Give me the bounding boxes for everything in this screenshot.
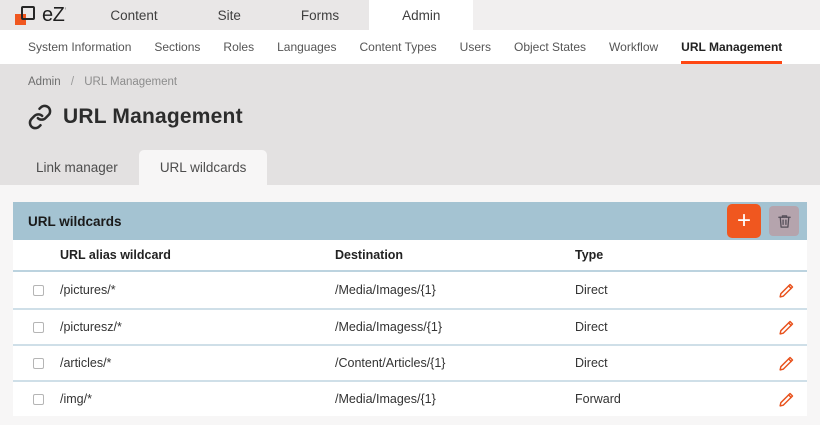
trash-icon — [776, 213, 793, 230]
subnav-workflow[interactable]: Workflow — [609, 30, 658, 64]
cell-edit — [778, 282, 807, 299]
plus-icon: + — [737, 206, 751, 236]
pencil-icon — [778, 391, 795, 408]
topbar-spacer — [473, 0, 820, 30]
admin-sub-nav: System Information Sections Roles Langua… — [0, 30, 820, 64]
top-menu-bar: eZ ’ Content Site Forms Admin — [0, 0, 820, 30]
subnav-roles[interactable]: Roles — [223, 30, 254, 64]
header-type: Type — [575, 248, 753, 262]
row-checkbox[interactable] — [33, 358, 44, 369]
table-row: /picturesz/* /Media/Imagess/{1} Direct — [13, 308, 807, 344]
pencil-icon — [778, 319, 795, 336]
breadcrumb-admin[interactable]: Admin — [28, 76, 61, 88]
header-url-alias-wildcard: URL alias wildcard — [60, 248, 335, 262]
delete-wildcard-button[interactable] — [769, 206, 799, 236]
cell-destination: /Media/Images/{1} — [335, 283, 575, 297]
cell-type: Direct — [575, 283, 753, 297]
table-row: /articles/* /Content/Articles/{1} Direct — [13, 344, 807, 380]
subnav-languages[interactable]: Languages — [277, 30, 336, 64]
subnav-object-states[interactable]: Object States — [514, 30, 586, 64]
tab-link-manager[interactable]: Link manager — [15, 150, 139, 185]
page-title: URL Management — [63, 105, 243, 129]
cell-type: Direct — [575, 356, 753, 370]
cell-url-alias-wildcard: /pictures/* — [60, 283, 335, 297]
edit-wildcard-button[interactable] — [778, 282, 795, 299]
add-wildcard-button[interactable]: + — [727, 204, 761, 238]
edit-wildcard-button[interactable] — [778, 319, 795, 336]
table-header-bar: URL wildcards + — [13, 202, 807, 240]
url-wildcards-table: URL wildcards + URL ali — [13, 202, 807, 416]
cell-type: Direct — [575, 320, 753, 334]
main-nav-forms[interactable]: Forms — [271, 0, 369, 30]
pencil-icon — [778, 355, 795, 372]
header-destination: Destination — [335, 248, 575, 262]
cell-type: Forward — [575, 392, 753, 406]
subnav-users[interactable]: Users — [460, 30, 491, 64]
table-row: /pictures/* /Media/Images/{1} Direct — [13, 272, 807, 308]
cell-destination: /Media/Imagess/{1} — [335, 320, 575, 334]
row-checkbox[interactable] — [33, 322, 44, 333]
breadcrumb: Admin / URL Management — [0, 64, 820, 88]
subnav-url-management[interactable]: URL Management — [681, 30, 782, 64]
ez-logo-outline-square — [21, 6, 35, 20]
app-window: eZ ’ Content Site Forms Admin System Inf… — [0, 0, 820, 425]
breadcrumb-separator: / — [71, 76, 74, 88]
page-title-row: URL Management — [0, 88, 820, 130]
table-bar-title: URL wildcards — [28, 214, 122, 229]
cell-edit — [778, 319, 807, 336]
edit-wildcard-button[interactable] — [778, 391, 795, 408]
cell-destination: /Content/Articles/{1} — [335, 356, 575, 370]
ez-logo-text: eZ — [42, 4, 64, 27]
logo-trademark-tick: ’ — [64, 6, 66, 16]
cell-edit — [778, 391, 807, 408]
cell-edit — [778, 355, 807, 372]
main-nav-admin[interactable]: Admin — [369, 0, 473, 30]
pencil-icon — [778, 282, 795, 299]
subnav-sections[interactable]: Sections — [154, 30, 200, 64]
view-tabs: Link manager URL wildcards — [15, 150, 267, 185]
cell-url-alias-wildcard: /img/* — [60, 392, 335, 406]
row-checkbox[interactable] — [33, 285, 44, 296]
url-wildcards-panel: URL wildcards + URL ali — [0, 185, 820, 425]
ez-logo-icon — [15, 5, 36, 26]
breadcrumb-current: URL Management — [84, 76, 177, 88]
main-nav-content[interactable]: Content — [80, 0, 187, 30]
tab-url-wildcards[interactable]: URL wildcards — [139, 150, 268, 185]
row-checkbox-cell — [13, 394, 60, 405]
main-nav-site[interactable]: Site — [188, 0, 271, 30]
ez-logo[interactable]: eZ ’ — [0, 0, 80, 30]
row-checkbox-cell — [13, 322, 60, 333]
cell-url-alias-wildcard: /articles/* — [60, 356, 335, 370]
table-row: /img/* /Media/Images/{1} Forward — [13, 380, 807, 416]
row-checkbox[interactable] — [33, 394, 44, 405]
cell-url-alias-wildcard: /picturesz/* — [60, 320, 335, 334]
row-checkbox-cell — [13, 285, 60, 296]
edit-wildcard-button[interactable] — [778, 355, 795, 372]
cell-destination: /Media/Images/{1} — [335, 392, 575, 406]
row-checkbox-cell — [13, 358, 60, 369]
table-column-headers: URL alias wildcard Destination Type — [13, 240, 807, 272]
subnav-content-types[interactable]: Content Types — [359, 30, 436, 64]
table-bar-actions: + — [727, 204, 799, 238]
subnav-system-information[interactable]: System Information — [28, 30, 131, 64]
chain-link-icon — [27, 104, 53, 130]
page-header-section: Admin / URL Management URL Management Li… — [0, 64, 820, 185]
